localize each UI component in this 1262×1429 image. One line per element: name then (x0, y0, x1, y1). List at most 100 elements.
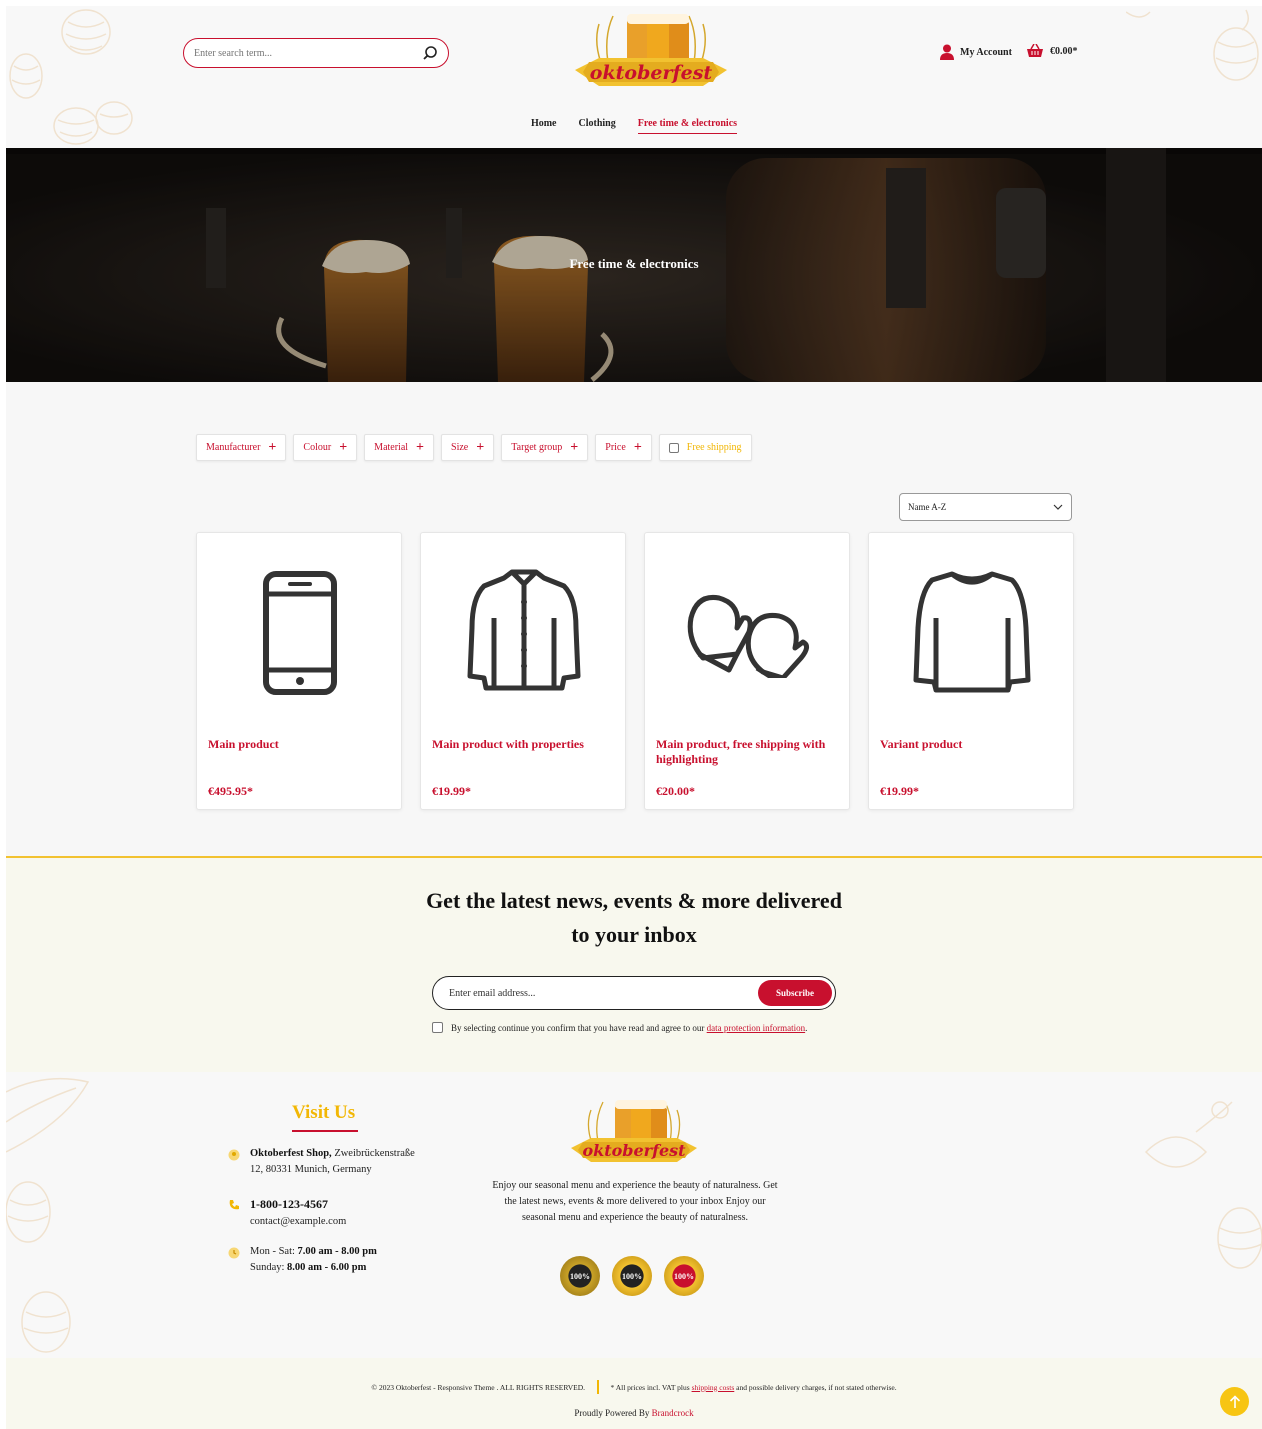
phone-email-text: 1-800-123-4567 contact@example.com (250, 1196, 346, 1230)
filter-price[interactable]: Price + (595, 434, 652, 461)
email-address[interactable]: contact@example.com (250, 1216, 346, 1227)
weekday-hours: 7.00 am - 8.00 pm (297, 1246, 377, 1257)
page: oktoberfest My Account €0.00* Home Cloth… (6, 6, 1262, 1429)
product-name[interactable]: Variant product (880, 737, 1064, 752)
beer-logo-icon: oktoberfest (571, 1100, 697, 1162)
cart-button[interactable]: €0.00* (1026, 44, 1078, 58)
nav-item-free-time-electronics[interactable]: Free time & electronics (637, 118, 738, 134)
powered-prefix: Proudly Powered By (574, 1408, 652, 1418)
newsletter-heading: Get the latest news, events & more deliv… (6, 884, 1262, 952)
shop-name: Oktoberfest Shop, (250, 1148, 332, 1159)
address-street: Zweibrückenstraße (331, 1148, 415, 1159)
vat-text-end: and possible delivery charges, if not st… (736, 1382, 897, 1392)
filter-colour[interactable]: Colour + (293, 434, 358, 461)
svg-text:oktoberfest: oktoberfest (582, 1141, 686, 1160)
free-shipping-checkbox[interactable] (668, 442, 679, 453)
vat-notice: * All prices incl. VAT plus shipping cos… (611, 1383, 897, 1392)
product-image[interactable] (645, 563, 851, 703)
address-city: 12, 80331 Munich, Germany (250, 1164, 372, 1175)
product-card[interactable]: Main product with properties €19.99* (420, 532, 626, 810)
filter-label: Free shipping (686, 442, 742, 453)
footer-logo[interactable]: oktoberfest (567, 1096, 701, 1168)
consent-text-main: By selecting continue you confirm that y… (451, 1022, 705, 1033)
email-field[interactable]: Enter email address... (449, 988, 535, 999)
product-image[interactable] (421, 563, 627, 703)
product-card[interactable]: Main product €495.95* (196, 532, 402, 810)
plus-icon: + (339, 439, 348, 455)
beer-logo-icon: oktoberfest (575, 14, 727, 86)
quality-badge-icon: 100% (612, 1256, 652, 1296)
clock-icon (228, 1247, 240, 1259)
product-image[interactable] (197, 563, 403, 703)
filter-label: Colour (303, 442, 332, 453)
filter-manufacturer[interactable]: Manufacturer + (196, 434, 287, 461)
basket-icon (1027, 44, 1043, 57)
user-icon (940, 44, 954, 60)
product-card[interactable]: Variant product €19.99* (868, 532, 1074, 810)
newsletter-heading-line1: Get the latest news, events & more deliv… (426, 888, 842, 913)
site-logo[interactable]: oktoberfest (569, 8, 733, 94)
weekday-prefix: Mon - Sat: (250, 1246, 298, 1257)
product-grid: Main product €495.95* Main product with … (196, 532, 1074, 810)
filter-material[interactable]: Material + (364, 434, 435, 461)
svg-text:oktoberfest: oktoberfest (590, 62, 713, 84)
nav-item-clothing[interactable]: Clothing (579, 118, 616, 134)
brandcrock-link[interactable]: Brandcrock (652, 1408, 694, 1418)
newsletter-form: Enter email address... Subscribe (432, 976, 836, 1010)
sunday-hours: 8.00 am - 6.00 pm (287, 1262, 367, 1273)
leaf-decoration-icon (6, 1077, 90, 1353)
my-account-link[interactable]: My Account (940, 44, 1012, 60)
category-hero-banner: Free time & electronics (6, 148, 1262, 382)
search-bar[interactable] (183, 38, 449, 68)
mittens-icon (687, 594, 809, 678)
product-name[interactable]: Main product, free shipping with highlig… (656, 737, 840, 767)
filter-free-shipping[interactable]: Free shipping (658, 434, 752, 461)
newsletter-section: Get the latest news, events & more deliv… (6, 856, 1262, 1072)
shipping-costs-link[interactable]: shipping costs (692, 1383, 735, 1392)
filter-label: Price (605, 442, 626, 453)
phone-number[interactable]: 1-800-123-4567 (250, 1197, 328, 1211)
subscribe-button[interactable]: Subscribe (758, 980, 832, 1006)
product-price: €19.99* (880, 784, 919, 798)
scroll-to-top-button[interactable] (1220, 1387, 1249, 1416)
filter-size[interactable]: Size + (441, 434, 495, 461)
hours-row: Mon - Sat: 7.00 am - 8.00 pm Sunday: 8.00… (228, 1244, 377, 1276)
filter-label: Material (374, 442, 409, 453)
data-protection-link[interactable]: data protection information (707, 1023, 805, 1033)
legal-line: © 2023 Oktoberfest - Responsive Theme . … (6, 1380, 1262, 1394)
phone-icon (229, 1200, 239, 1210)
my-account-label: My Account (960, 46, 1012, 58)
title-underline (292, 1130, 358, 1132)
filter-label: Size (451, 442, 469, 453)
smartphone-icon (263, 571, 337, 695)
jacket-icon (467, 569, 581, 691)
filter-target-group[interactable]: Target group + (501, 434, 589, 461)
product-name[interactable]: Main product (208, 737, 392, 752)
product-card[interactable]: Main product, free shipping with highlig… (644, 532, 850, 810)
consent-checkbox[interactable] (432, 1022, 443, 1033)
address-row: Oktoberfest Shop, Zweibrückenstraße 12, 8… (228, 1146, 415, 1178)
main-nav: Home Clothing Free time & electronics (6, 118, 1262, 134)
search-input[interactable] (194, 47, 422, 59)
sort-select[interactable]: Name A-Z (899, 493, 1072, 521)
plus-icon: + (570, 439, 579, 455)
trust-badges: 100% 100% 100% (560, 1256, 704, 1296)
satisfaction-badge-icon: 100% (664, 1256, 704, 1296)
chevron-down-icon (1053, 504, 1063, 510)
header: oktoberfest My Account €0.00* Home Cloth… (6, 6, 1262, 148)
plus-icon: + (416, 439, 425, 455)
product-name[interactable]: Main product with properties (432, 737, 616, 752)
nav-item-home[interactable]: Home (531, 118, 557, 134)
opening-hours: Mon - Sat: 7.00 am - 8.00 pm Sunday: 8.00… (250, 1244, 377, 1276)
search-icon[interactable] (422, 45, 438, 61)
contact-info-row: 1-800-123-4567 contact@example.com (228, 1196, 346, 1230)
location-icon (228, 1149, 240, 1161)
product-image[interactable] (869, 563, 1075, 703)
guarantee-badge-icon: 100% (560, 1256, 600, 1296)
footer-description: Enjoy our seasonal menu and experience t… (492, 1180, 778, 1223)
consent-text: By selecting continue you confirm that y… (451, 1023, 807, 1033)
copyright-text: © 2023 Oktoberfest - Responsive Theme . … (371, 1382, 586, 1392)
plus-icon: + (268, 439, 277, 455)
product-price: €495.95* (208, 784, 253, 798)
consent-text-end: . (805, 1022, 808, 1033)
